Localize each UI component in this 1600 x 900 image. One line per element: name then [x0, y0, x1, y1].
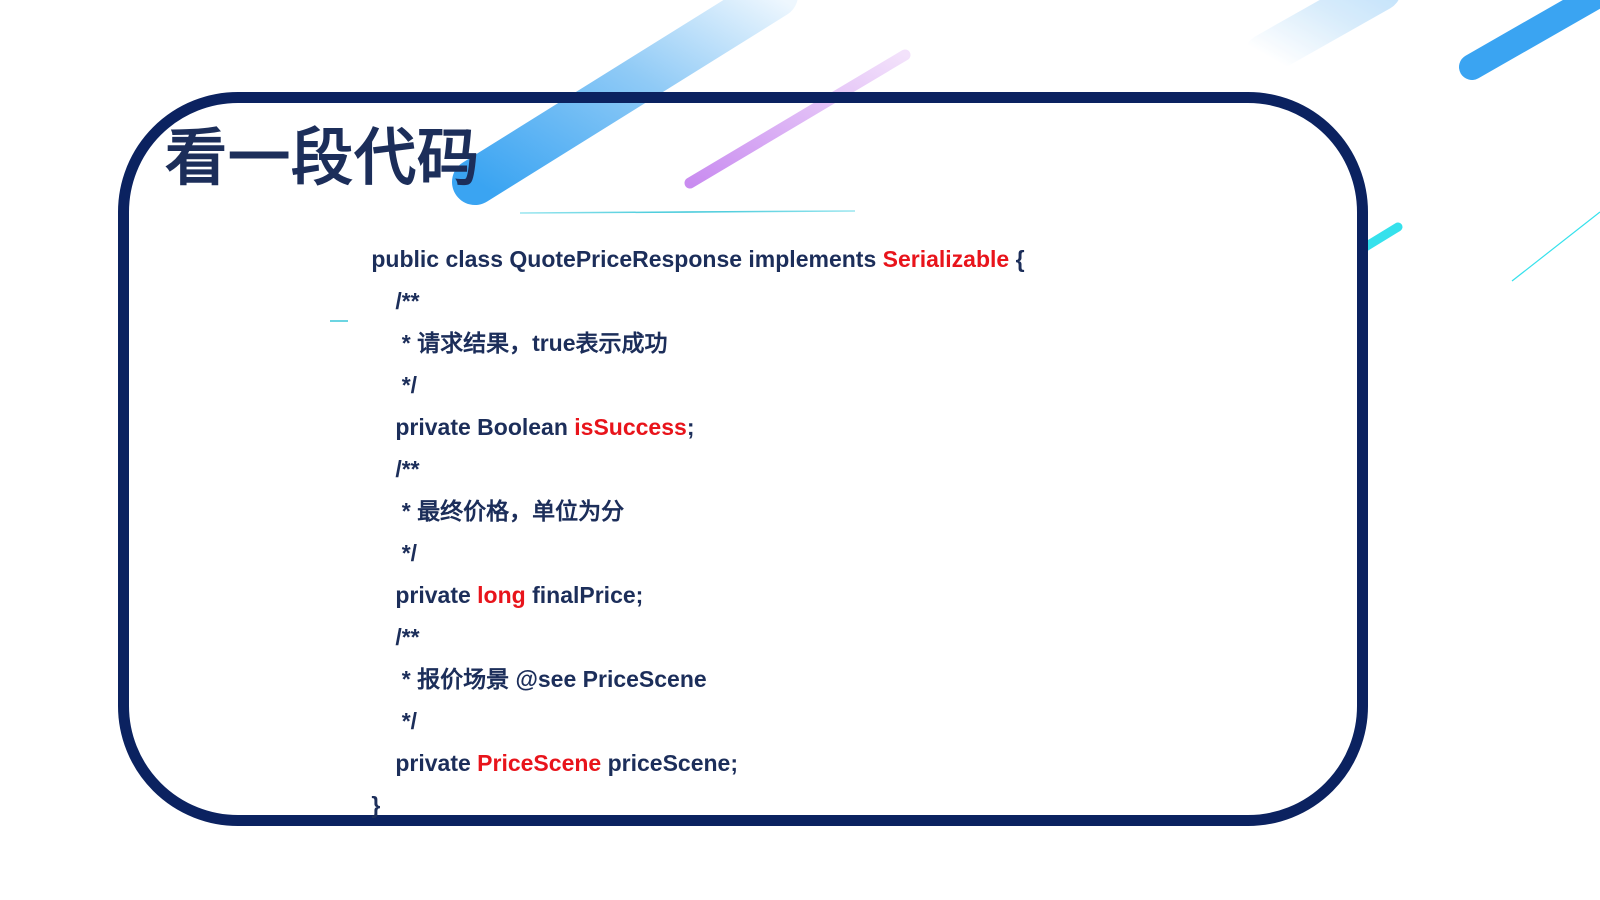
field-type-highlight: long	[477, 582, 526, 608]
field-name-highlight: isSuccess	[574, 414, 687, 440]
code-line-field-pricescene: private PriceScene priceScene;	[357, 718, 738, 808]
comment-body-price-scene: * 报价场景 @see PriceScene	[395, 666, 707, 692]
class-declaration-prefix: public class QuotePriceResponse implemen…	[371, 246, 883, 272]
slide: 看一段代码 public class QuotePriceResponse im…	[0, 0, 1600, 900]
comment-body-final-price: * 最终价格，单位为分	[395, 498, 625, 524]
class-declaration-suffix: {	[1009, 246, 1025, 272]
rounded-frame	[118, 92, 1368, 826]
field-suffix: ;	[686, 414, 695, 440]
blue-corner-stroke	[1459, 0, 1600, 80]
cyan-thin-line	[1511, 211, 1600, 282]
class-interface-highlight: Serializable	[882, 246, 1010, 272]
closing-brace: }	[371, 792, 381, 818]
faint-blue-stroke	[1244, 0, 1399, 76]
field-suffix: priceScene;	[601, 750, 738, 776]
field-prefix: private	[395, 750, 478, 776]
code-line-class-declaration: public class QuotePriceResponse implemen…	[333, 214, 1025, 304]
field-prefix: private Boolean	[395, 414, 575, 440]
page-title: 看一段代码	[165, 124, 481, 193]
field-type-highlight: PriceScene	[477, 750, 602, 776]
comment-body-success: * 请求结果，true表示成功	[395, 330, 668, 356]
field-suffix: finalPrice;	[525, 582, 644, 608]
code-line-closing-brace: }	[333, 760, 380, 850]
